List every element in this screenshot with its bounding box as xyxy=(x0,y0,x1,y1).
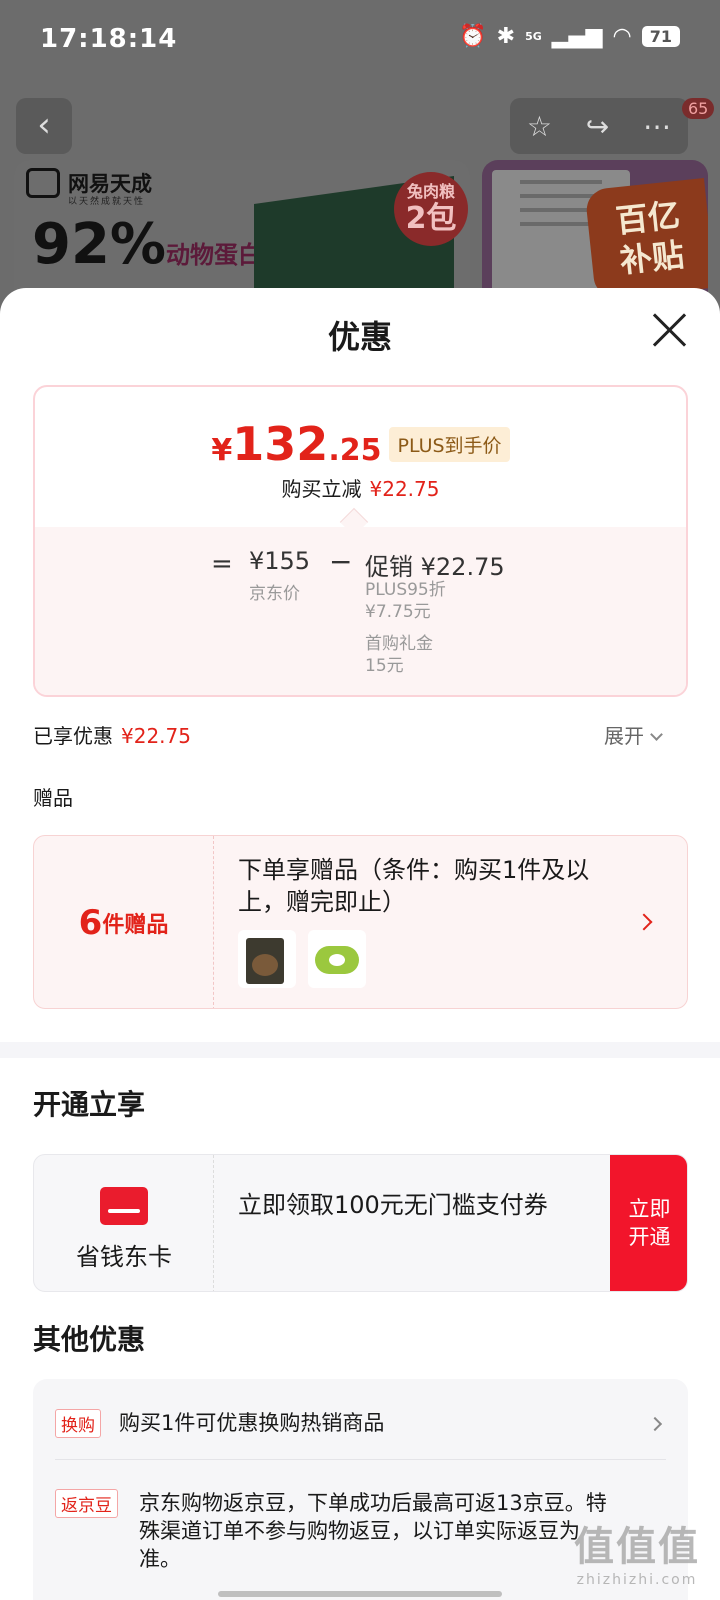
card-icon-area: 省钱东卡 xyxy=(34,1155,214,1291)
price-currency: ¥ xyxy=(211,433,233,468)
open-now-button[interactable]: 立即 开通 xyxy=(610,1155,687,1291)
brand-logo-icon xyxy=(26,168,60,198)
open-section-title: 开通立享 xyxy=(33,1088,146,1121)
final-price: ¥132.25 PLUS到手价 xyxy=(35,417,686,471)
promo-suffix: 动物蛋白 xyxy=(166,241,263,269)
badge-line1: 兔肉粮 xyxy=(406,182,455,201)
alarm-icon: ⏰ xyxy=(459,24,487,49)
price-decimal: .25 xyxy=(328,433,382,468)
header-actions: ☆ ↪ ⋯ xyxy=(510,98,688,154)
banner-badge: 兔肉粮 2包 xyxy=(394,172,468,246)
list-item-trade-in[interactable]: 换购 购买1件可优惠换购热销商品 xyxy=(55,1409,666,1439)
gift-section-label: 赠品 xyxy=(33,786,73,810)
jd-price: ¥155 xyxy=(249,547,311,575)
status-bar: 17:18:14 ⏰ ✱ 5G ▂▄▆ ◠ 71 xyxy=(0,0,720,80)
back-icon: ‹ xyxy=(16,98,72,154)
gift-card[interactable]: 6 件赠品 下单享赠品（条件：购买1件及以上，赠完即止） xyxy=(33,835,688,1009)
promo-total: 促销 ¥22.75 xyxy=(365,547,505,582)
chevron-right-icon xyxy=(635,913,653,931)
section-divider xyxy=(0,1042,720,1058)
card-description: 立即领取100元无门槛支付券 xyxy=(238,1191,548,1219)
close-icon[interactable] xyxy=(648,308,692,352)
price-integer: 132 xyxy=(232,417,329,471)
plus-price-tag: PLUS到手价 xyxy=(389,426,510,462)
price-summary-card: ¥132.25 PLUS到手价 购买立减 ¥22.75 = ¥155 京东价 − 促… xyxy=(33,385,688,697)
badge-line2: 2包 xyxy=(405,201,457,236)
promo-item-name: PLUS95折 xyxy=(365,580,446,600)
brand-slogan: 以天然成就天性 xyxy=(68,197,146,207)
chevron-down-icon xyxy=(650,728,663,741)
price-amount: ¥132.25 xyxy=(211,417,381,471)
promo-item-gift-money: 首购礼金 15元 xyxy=(365,633,433,677)
chevron-right-icon xyxy=(647,1416,663,1432)
promo-item-plus: PLUS95折 ¥7.75元 xyxy=(365,579,446,623)
offer-text: 京东购物返京豆，下单成功后最高可返13京豆。特殊渠道订单不参与购物返豆，以订单实… xyxy=(139,1491,607,1571)
gift-thumbnail-cat-food xyxy=(238,930,296,988)
promo-value: ¥22.75 xyxy=(420,553,505,581)
equals-sign: = xyxy=(211,549,233,579)
minus-sign: − xyxy=(329,545,353,578)
sheet-title: 优惠 xyxy=(327,318,392,356)
promo-item-name: 首购礼金 xyxy=(365,634,433,654)
gift-count-number: 6 xyxy=(78,903,103,943)
gift-thumbnail-can xyxy=(308,930,366,988)
message-badge: 65 xyxy=(682,98,715,119)
promo-label: 促销 xyxy=(365,553,413,581)
promo-item-amount: 15元 xyxy=(365,656,404,676)
promo-percent: 92% xyxy=(32,212,167,277)
watermark-url: zhizhizhi.com xyxy=(576,1572,698,1588)
jd-price-label: 京东价 xyxy=(249,584,300,604)
offer-tag: 换购 xyxy=(55,1409,101,1438)
other-section-title: 其他优惠 xyxy=(33,1323,146,1356)
network-label: 5G xyxy=(525,30,542,43)
gift-count: 6 件赠品 xyxy=(34,836,214,1008)
price-breakdown: = ¥155 京东价 − 促销 ¥22.75 PLUS95折 ¥7.75元 首购… xyxy=(35,527,686,695)
discount-sheet: 优惠 ¥132.25 PLUS到手价 购买立减 ¥22.75 = ¥155 京东价 … xyxy=(0,288,720,1600)
enjoyed-label: 已享优惠 xyxy=(33,724,113,748)
more-icon: ⋯ xyxy=(643,109,672,143)
enjoyed-discount: 已享优惠 ¥22.75 xyxy=(33,720,191,749)
credit-card-icon xyxy=(100,1187,148,1225)
offer-tag: 返京豆 xyxy=(55,1489,118,1518)
membership-card-offer: 省钱东卡 立即领取100元无门槛支付券 立即 开通 xyxy=(33,1154,688,1292)
status-time: 17:18:14 xyxy=(40,24,178,54)
bluetooth-icon: ✱ xyxy=(496,24,516,49)
instant-reduce-value: ¥22.75 xyxy=(369,477,440,501)
card-name: 省钱东卡 xyxy=(76,1243,172,1271)
gift-count-suffix: 件赠品 xyxy=(102,913,169,938)
status-icons: ⏰ ✱ 5G ▂▄▆ ◠ 71 xyxy=(459,24,680,49)
signal-icon: ▂▄▆ xyxy=(551,24,603,49)
offer-text: 购买1件可优惠换购热销商品 xyxy=(119,1411,385,1435)
watermark: 值值值 zhizhizhi.com xyxy=(574,1514,700,1588)
expand-button[interactable]: 展开 xyxy=(604,720,663,749)
battery-indicator: 71 xyxy=(641,26,680,47)
promo-item-amount: ¥7.75元 xyxy=(365,602,431,622)
row-divider xyxy=(55,1459,666,1460)
share-icon: ↪ xyxy=(585,109,610,143)
open-button-line1: 立即 xyxy=(628,1197,671,1221)
watermark-logo: 值值值 xyxy=(574,1524,700,1570)
instant-reduce-label: 购买立减 xyxy=(281,477,362,501)
star-icon: ☆ xyxy=(526,109,552,143)
home-indicator[interactable] xyxy=(218,1591,502,1597)
expand-label: 展开 xyxy=(604,724,644,748)
banner-promo: 92%动物蛋白 xyxy=(32,212,262,277)
wifi-icon: ◠ xyxy=(612,24,632,49)
subsidy-badge: 百亿 补贴 xyxy=(584,178,708,300)
open-button-line2: 开通 xyxy=(628,1225,671,1249)
enjoyed-value: ¥22.75 xyxy=(121,724,191,748)
gift-description: 下单享赠品（条件：购买1件及以上，赠完即止） xyxy=(238,856,590,916)
background-page: 17:18:14 ⏰ ✱ 5G ▂▄▆ ◠ 71 ‹ ☆ ↪ ⋯ 65 网易天成… xyxy=(0,0,720,330)
instant-reduce: 购买立减 ¥22.75 xyxy=(35,473,686,502)
